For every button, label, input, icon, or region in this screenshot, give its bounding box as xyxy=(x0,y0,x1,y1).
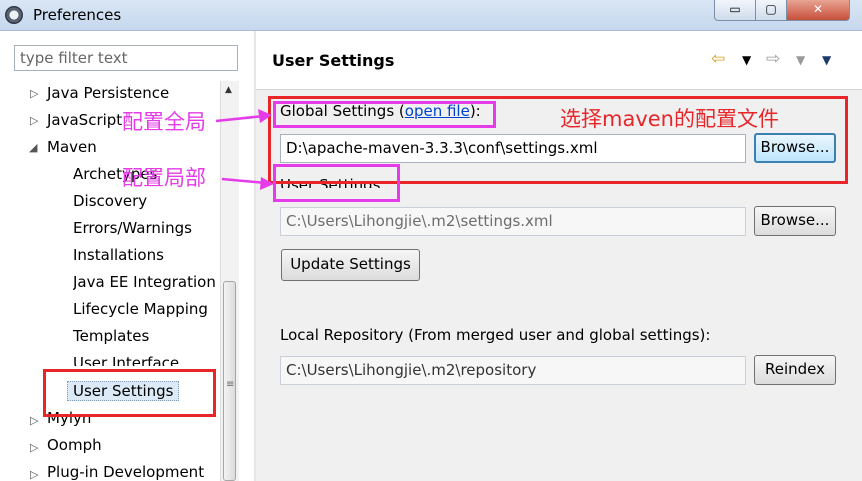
annotation-arrow-local xyxy=(221,177,274,190)
annotation-arrows xyxy=(215,109,274,190)
annotation-arrow-global xyxy=(215,109,272,123)
